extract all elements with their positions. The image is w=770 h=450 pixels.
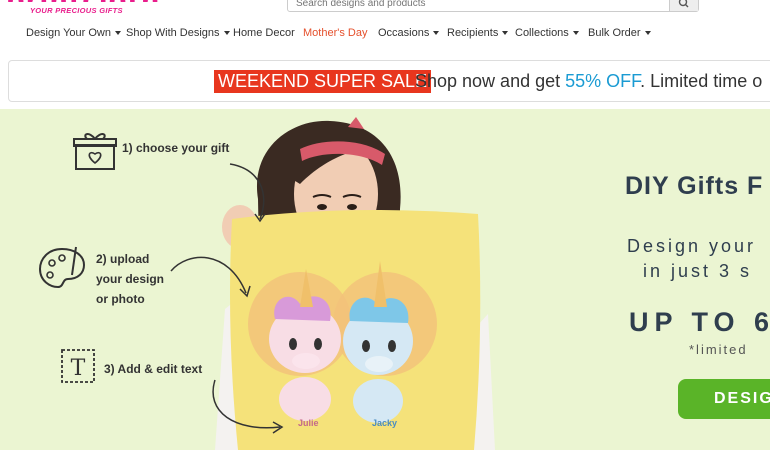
hero-limited-note: *limited [689,342,748,357]
logo-tagline: YOUR PRECIOUS GIFTS [30,6,123,15]
step-2-label: 2) upload your design or photo [96,252,165,306]
hero-banner[interactable]: Julie Jacky 1) choose your gift 2) uploa… [0,109,770,450]
gift-box-icon [73,133,117,170]
text-tool-icon: T [61,349,95,383]
curved-arrow-icon [212,379,284,434]
search-bar [287,0,699,12]
curved-arrow-icon [229,163,266,223]
search-button[interactable] [669,0,698,11]
site-header: printcloth YOUR PRECIOUS GIFTS Design Yo… [0,0,770,58]
nav-collections[interactable]: Collections [515,27,579,39]
hero-subtitle-line-1: Design your [627,236,757,256]
design-now-button[interactable]: DESIG [678,379,770,419]
sale-percent: 55% OFF [565,71,641,91]
hero-subtitle-line-2: in just 3 s [643,261,753,281]
nav-shop-with-designs[interactable]: Shop With Designs [126,27,230,39]
chevron-down-icon [644,31,651,36]
sale-text: Shop now and get 55% OFF. Limited time o [415,71,763,91]
design-now-label: DESIG [714,390,770,407]
step-1-label: 1) choose your gift [122,141,230,155]
chevron-down-icon [223,31,230,36]
main-nav: Design Your Own Shop With Designs Home D… [0,27,770,45]
pillow-name-jacky: Jacky [372,418,397,428]
hero-offer: UP TO 6 [629,307,770,337]
nav-occasions[interactable]: Occasions [378,27,440,39]
sale-tag: WEEKEND SUPER SALE [214,70,432,93]
step-3-label: 3) Add & edit text [104,362,203,376]
curved-arrow-icon [170,256,251,298]
svg-text:T: T [71,356,86,381]
chevron-down-icon [502,31,509,36]
chevron-down-icon [433,31,440,36]
paint-palette-icon [38,246,86,289]
chevron-down-icon [572,31,579,36]
nav-recipients[interactable]: Recipients [447,27,509,39]
nav-mothers-day[interactable]: Mother's Day [303,27,367,39]
site-logo[interactable]: printcloth [6,0,160,2]
chevron-down-icon [115,31,121,36]
sale-banner[interactable]: WEEKEND SUPER SALE Shop now and get 55% … [8,60,770,102]
pillow-name-julie: Julie [298,418,319,428]
nav-bulk-order[interactable]: Bulk Order [588,27,651,39]
nav-home-decor[interactable]: Home Decor [233,27,295,39]
search-input[interactable] [288,0,668,11]
search-icon [678,0,689,8]
hero-title: DIY Gifts F [625,172,764,200]
nav-design-your-own[interactable]: Design Your Own [26,27,121,39]
